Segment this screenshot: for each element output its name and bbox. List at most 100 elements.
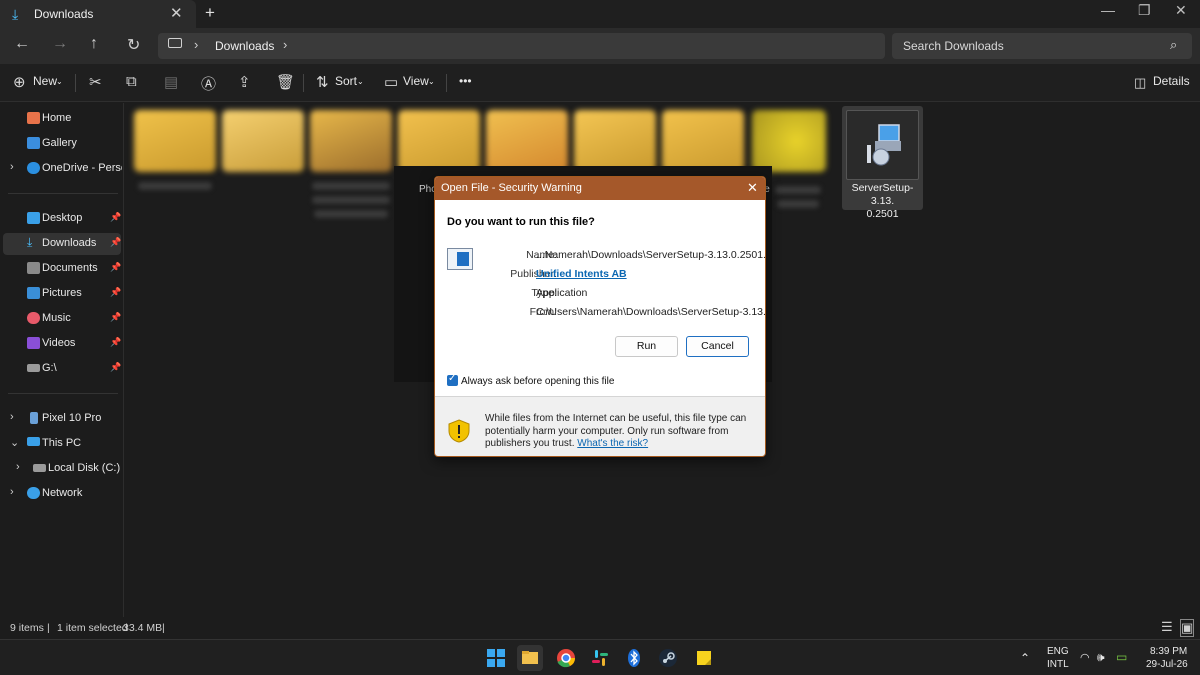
sticky-notes-icon[interactable]	[691, 645, 717, 671]
sidebar-item-documents[interactable]: Documents 📌	[3, 258, 121, 280]
details-button[interactable]: Details	[1153, 74, 1190, 88]
sidebar-item-downloads[interactable]: ⤓ Downloads 📌	[3, 233, 121, 255]
sidebar-item-pictures[interactable]: Pictures 📌	[3, 283, 121, 305]
sidebar-item-music[interactable]: Music 📌	[3, 308, 121, 330]
sort-button[interactable]: Sort	[335, 74, 357, 88]
up-button[interactable]: ↑	[90, 35, 98, 53]
file-thumbnail[interactable]	[398, 110, 480, 172]
minimize-icon[interactable]: —	[1101, 2, 1115, 18]
file-thumbnail[interactable]	[574, 110, 656, 172]
wifi-icon[interactable]: ◠	[1080, 651, 1090, 664]
pin-icon[interactable]: 📌	[110, 312, 121, 323]
more-options-button[interactable]: •••	[459, 74, 472, 88]
copy-icon[interactable]: ⧉	[126, 73, 137, 90]
always-ask-checkbox[interactable]	[447, 373, 458, 386]
search-input[interactable]: Search Downloads ⌕	[892, 33, 1192, 59]
file-thumbnail[interactable]	[134, 110, 216, 172]
tab-downloads[interactable]: ⤓ Downloads ✕	[0, 0, 196, 28]
steam-icon[interactable]	[655, 645, 681, 671]
clock-date[interactable]: 29-Jul-26	[1146, 659, 1188, 670]
bluetooth-icon[interactable]	[621, 645, 647, 671]
sidebar-item-pixel[interactable]: › Pixel 10 Pro	[3, 408, 121, 430]
new-icon: ⊕	[13, 74, 26, 91]
chevron-right-icon[interactable]: ›	[194, 37, 198, 52]
pin-icon[interactable]: 📌	[110, 337, 121, 348]
restore-icon[interactable]: ❐	[1138, 2, 1151, 19]
delete-icon[interactable]: 🗑	[276, 73, 295, 91]
share-icon[interactable]: ⇪	[238, 73, 251, 91]
slack-icon[interactable]	[587, 645, 613, 671]
start-icon[interactable]	[483, 645, 509, 671]
cloud-icon	[27, 162, 40, 174]
pin-icon[interactable]: 📌	[110, 212, 121, 223]
details-view-icon[interactable]: ☰	[1161, 619, 1173, 635]
sidebar-item-home[interactable]: Home	[3, 108, 121, 130]
language-layout[interactable]: INTL	[1047, 659, 1069, 670]
sidebar-item-g-drive[interactable]: G:\ 📌	[3, 358, 121, 380]
file-item-serversetup[interactable]: ServerSetup-3.13. 0.2501	[842, 106, 923, 220]
clock-time[interactable]: 8:39 PM	[1150, 646, 1187, 657]
chevron-right-icon[interactable]: ›	[16, 461, 20, 473]
breadcrumb-downloads[interactable]: Downloads	[215, 39, 274, 53]
search-placeholder: Search Downloads	[903, 39, 1004, 53]
back-button[interactable]: ←	[14, 35, 30, 53]
drive-icon	[27, 364, 40, 372]
sidebar-item-network[interactable]: › Network	[3, 483, 121, 505]
chrome-icon[interactable]	[553, 645, 579, 671]
close-icon[interactable]: ✕	[1175, 2, 1187, 19]
always-ask-label[interactable]: Always ask before opening this file	[461, 376, 614, 387]
battery-icon[interactable]: ▭	[1116, 650, 1127, 664]
item-count: 9 items	[10, 622, 44, 634]
run-button[interactable]: Run	[615, 336, 678, 357]
file-thumbnail[interactable]	[752, 110, 826, 172]
volume-icon[interactable]: 🕪	[1097, 650, 1105, 665]
address-bar[interactable]: › Downloads ›	[158, 33, 885, 59]
rename-icon[interactable]: Ⓐ	[201, 73, 216, 94]
chevron-right-icon[interactable]: ›	[10, 411, 14, 423]
sidebar-item-videos[interactable]: Videos 📌	[3, 333, 121, 355]
sidebar-item-gallery[interactable]: Gallery	[3, 133, 121, 155]
sidebar-item-desktop[interactable]: Desktop 📌	[3, 208, 121, 230]
new-button[interactable]: New	[33, 74, 57, 88]
large-icons-view-icon[interactable]: ▣	[1180, 619, 1195, 637]
file-label-blurred	[312, 196, 390, 204]
sidebar-item-onedrive[interactable]: › OneDrive - Persona	[3, 158, 122, 180]
divider: |	[47, 622, 50, 634]
paste-icon[interactable]: ▤	[164, 73, 178, 91]
cut-icon[interactable]: ✂	[89, 73, 102, 91]
file-label-blurred	[312, 182, 390, 190]
chevron-down-icon[interactable]: ⌄	[10, 436, 19, 449]
chevron-right-icon[interactable]: ›	[283, 37, 287, 52]
chevron-right-icon[interactable]: ›	[10, 161, 14, 173]
refresh-button[interactable]: ↻	[127, 35, 140, 55]
pin-icon[interactable]: 📌	[110, 287, 121, 298]
cancel-button[interactable]: Cancel	[686, 336, 749, 357]
close-tab-icon[interactable]: ✕	[170, 4, 183, 22]
chevron-down-icon: ⌄	[428, 77, 435, 86]
pin-icon[interactable]: 📌	[110, 262, 121, 273]
sidebar-item-label: This PC	[42, 437, 82, 449]
language-code[interactable]: ENG	[1047, 646, 1069, 657]
pin-icon[interactable]: 📌	[110, 237, 121, 248]
file-thumbnail[interactable]	[310, 110, 392, 172]
file-thumbnail[interactable]	[222, 110, 304, 172]
new-tab-button[interactable]: +	[205, 3, 215, 23]
sidebar-item-this-pc[interactable]: ⌄ This PC	[3, 433, 121, 455]
chevron-down-icon: ⌄	[56, 77, 63, 86]
title-bar: ⤓ Downloads ✕ + — ❐ ✕	[0, 0, 1200, 28]
file-explorer-icon[interactable]	[517, 645, 543, 671]
network-icon	[27, 487, 40, 499]
sidebar-item-local-disk[interactable]: › Local Disk (C:)	[9, 458, 127, 480]
divider	[446, 74, 447, 92]
close-icon[interactable]: ✕	[747, 180, 758, 196]
chevron-right-icon[interactable]: ›	[10, 486, 14, 498]
file-thumbnail[interactable]	[486, 110, 568, 172]
publisher-link[interactable]: Unified Intents AB	[536, 268, 627, 280]
forward-button[interactable]: →	[52, 35, 68, 53]
pin-icon[interactable]: 📌	[110, 362, 121, 373]
chevron-up-icon[interactable]: ⌃	[1020, 651, 1030, 665]
phone-icon	[30, 412, 38, 424]
view-button[interactable]: View	[403, 74, 429, 88]
file-thumbnail[interactable]	[662, 110, 744, 172]
whats-the-risk-link[interactable]: What's the risk?	[577, 438, 648, 449]
